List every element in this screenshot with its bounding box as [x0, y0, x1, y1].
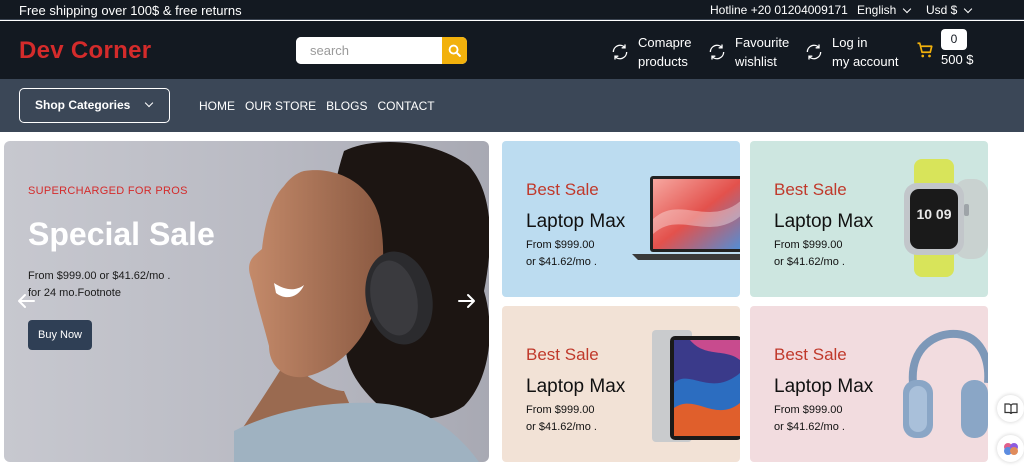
card-price-line2: or $41.62/mo .	[774, 421, 845, 433]
search-input[interactable]	[296, 37, 442, 64]
wishlist-icon	[709, 44, 725, 60]
shop-categories-dropdown[interactable]: Shop Categories	[19, 88, 170, 123]
cart-icon	[917, 42, 933, 58]
language-label: English	[857, 3, 897, 17]
hero-description: From $999.00 or $41.62/mo . for 24 mo.Fo…	[28, 268, 228, 302]
sale-card-headphones[interactable]: Best Sale Laptop Max From $999.00 or $41…	[750, 306, 988, 462]
account-icon	[806, 44, 822, 60]
shop-categories-label: Shop Categories	[35, 98, 131, 112]
shipping-notice: Free shipping over 100$ & free returns	[19, 3, 242, 18]
currency-label: Usd $	[926, 3, 958, 17]
sale-card-smartwatch[interactable]: 10 09 Best Sale Laptop Max From $999.00 …	[750, 141, 988, 297]
hero-tagline: SUPERCHARGED FOR PROS	[28, 185, 188, 197]
search-icon	[448, 44, 461, 57]
login-line2: my account	[832, 54, 899, 69]
card-badge: Best Sale	[526, 180, 599, 199]
login-line1: Log in	[832, 35, 868, 50]
headphones-image	[903, 329, 988, 438]
laptop-image	[632, 176, 740, 260]
chevron-down-icon	[903, 4, 912, 13]
card-price-line1: From $999.00	[774, 404, 843, 416]
card-product-name: Laptop Max	[774, 376, 874, 397]
cart-total: 500 $	[941, 52, 974, 67]
top-strip: Free shipping over 100$ & free returns H…	[0, 0, 1024, 20]
card-price: From $999.00 or $41.62/mo .	[774, 402, 845, 436]
card-price-line2: or $41.62/mo .	[774, 256, 845, 268]
logo[interactable]: Dev Corner	[19, 37, 151, 65]
card-price: From $999.00 or $41.62/mo .	[526, 237, 597, 271]
nav-link-our-store[interactable]: OUR STORE	[245, 99, 316, 113]
hero-desc-line1: From $999.00 or $41.62/mo .	[28, 270, 171, 282]
language-select[interactable]: English	[857, 3, 912, 17]
cart-link[interactable]: 0 500 $	[914, 29, 974, 69]
nav-link-blogs[interactable]: BLOGS	[326, 99, 367, 113]
sale-card-tablet[interactable]: Best Sale Laptop Max From $999.00 or $41…	[502, 306, 740, 462]
nav-link-home[interactable]: HOME	[199, 99, 235, 113]
watch-time: 10 09	[916, 206, 951, 222]
compare-line1: Comapre	[638, 35, 692, 50]
buy-now-button[interactable]: Buy Now	[28, 320, 92, 350]
card-price-line1: From $999.00	[526, 404, 595, 416]
card-price: From $999.00 or $41.62/mo .	[526, 402, 597, 436]
wishlist-link[interactable]: Favourite wishlist	[707, 33, 789, 71]
card-product-name: Laptop Max	[774, 211, 874, 232]
book-icon	[1003, 402, 1018, 414]
cart-count-badge: 0	[941, 29, 967, 50]
arrow-left-icon[interactable]	[16, 291, 36, 311]
chevron-down-icon	[144, 98, 154, 108]
card-price-line2: or $41.62/mo .	[526, 256, 597, 268]
currency-select[interactable]: Usd $	[926, 3, 973, 17]
compare-products-link[interactable]: Comapre products	[610, 33, 691, 71]
card-product-name: Laptop Max	[526, 376, 626, 397]
hotline: Hotline +20 01204009171	[710, 3, 848, 17]
wishlist-line1: Favourite	[735, 35, 790, 50]
wishlist-line2: wishlist	[735, 54, 777, 69]
compare-icon	[612, 44, 628, 60]
chevron-down-icon	[964, 4, 973, 13]
hero-banner: SUPERCHARGED FOR PROS Special Sale From …	[4, 141, 489, 462]
card-badge: Best Sale	[774, 180, 847, 199]
search-button[interactable]	[442, 37, 467, 64]
smartwatch-image: 10 09	[904, 159, 988, 277]
sale-card-laptop[interactable]: Best Sale Laptop Max From $999.00 or $41…	[502, 141, 740, 297]
hero-title: Special Sale	[28, 216, 215, 252]
main-nav-links: HOME OUR STORE BLOGS CONTACT	[199, 99, 435, 113]
search-bar	[296, 37, 467, 64]
nav-bar: Shop Categories HOME OUR STORE BLOGS CON…	[0, 79, 1024, 132]
card-price-line2: or $41.62/mo .	[526, 421, 597, 433]
compare-line2: products	[638, 54, 688, 69]
main-header: Dev Corner Comapre products Favourite wish…	[0, 21, 1024, 79]
reader-widget[interactable]	[997, 395, 1024, 422]
card-price-line1: From $999.00	[526, 239, 595, 251]
nav-link-contact[interactable]: CONTACT	[377, 99, 434, 113]
card-price: From $999.00 or $41.62/mo .	[774, 237, 845, 271]
assistant-widget[interactable]	[997, 435, 1024, 462]
card-price-line1: From $999.00	[774, 239, 843, 251]
card-badge: Best Sale	[526, 345, 599, 364]
tablet-image	[652, 330, 740, 442]
arrow-right-icon[interactable]	[457, 291, 477, 311]
hero-desc-line2: for 24 mo.Footnote	[28, 287, 121, 299]
card-badge: Best Sale	[774, 345, 847, 364]
card-product-name: Laptop Max	[526, 211, 626, 232]
hero-model-image	[234, 142, 489, 462]
brain-icon	[1003, 442, 1018, 455]
login-link[interactable]: Log in my account	[804, 33, 898, 71]
